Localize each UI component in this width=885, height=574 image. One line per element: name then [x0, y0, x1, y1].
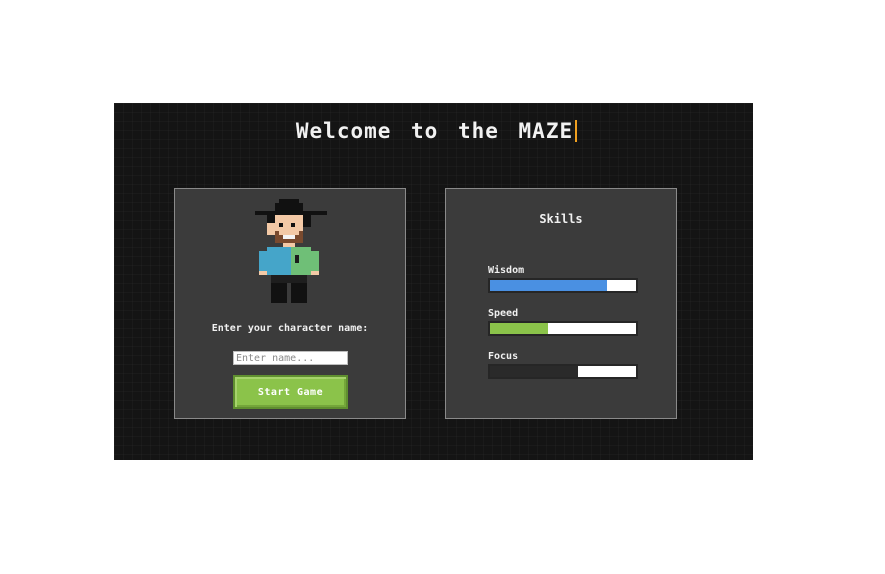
skill-speed: Speed — [488, 307, 638, 336]
skill-focus: Focus — [488, 350, 638, 379]
skill-label: Speed — [488, 308, 519, 319]
skill-bar — [488, 321, 638, 336]
skills-panel: Skills Wisdom Speed Focus — [445, 188, 677, 419]
skill-bar — [488, 278, 638, 293]
skill-bar-fill — [490, 280, 607, 291]
pixel-character-icon — [255, 199, 327, 303]
character-panel: Enter your character name: Start Game — [174, 188, 406, 419]
character-name-input[interactable] — [233, 351, 348, 365]
skill-bar — [488, 364, 638, 379]
character-name-prompt: Enter your character name: — [211, 323, 369, 334]
welcome-title-text: Welcome to the MAZE — [295, 119, 574, 143]
skill-bar-fill — [490, 366, 578, 377]
skills-title: Skills — [539, 212, 583, 226]
welcome-title: Welcome to the MAZE — [114, 119, 753, 143]
skill-wisdom: Wisdom — [488, 264, 638, 293]
text-caret — [575, 120, 578, 142]
skill-label: Wisdom — [488, 265, 525, 276]
skill-bar-fill — [490, 323, 549, 334]
game-screen: Welcome to the MAZE Enter your character… — [114, 103, 753, 460]
start-game-button[interactable]: Start Game — [233, 375, 348, 409]
skill-label: Focus — [488, 351, 519, 362]
